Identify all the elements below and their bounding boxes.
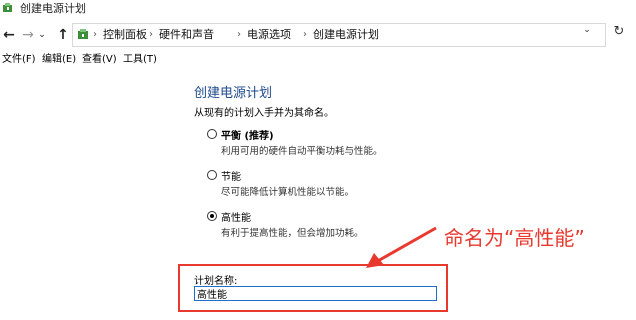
breadcrumb-separator-icon: › xyxy=(237,29,241,40)
breadcrumb-hardware-sound[interactable]: 硬件和声音 xyxy=(159,28,214,42)
address-dropdown-chevron-icon[interactable]: ⌄ xyxy=(580,23,594,37)
breadcrumb-power-options[interactable]: 电源选项 xyxy=(247,28,291,42)
breadcrumb-control-panel[interactable]: 控制面板 xyxy=(103,28,147,42)
menu-file[interactable]: 文件(F) xyxy=(2,52,36,68)
plan-name-label: 计划名称: xyxy=(194,276,238,287)
option-balanced-label[interactable]: 平衡 (推荐) xyxy=(221,127,274,142)
title-bar: 创建电源计划 xyxy=(0,0,636,17)
annotation-text: 命名为“高性能” xyxy=(444,226,585,250)
breadcrumb-separator-icon: › xyxy=(149,29,153,40)
window: 创建电源计划 ← → ⌄ ↑ › 控制面板 › 硬件和声音 › 电源选项 › 创… xyxy=(0,0,636,320)
plan-name-input[interactable] xyxy=(194,286,437,301)
breadcrumb-separator-icon: › xyxy=(93,29,97,40)
option-high-performance-desc: 有利于提高性能，但会增加功耗。 xyxy=(221,228,364,239)
annotation-arrow-icon xyxy=(366,226,437,268)
power-options-icon xyxy=(3,3,12,12)
menu-edit[interactable]: 编辑(E) xyxy=(42,52,76,68)
option-high-performance-label[interactable]: 高性能 xyxy=(221,209,251,224)
control-panel-icon xyxy=(78,29,88,39)
back-arrow-icon[interactable]: ← xyxy=(1,26,17,44)
menu-view[interactable]: 查看(V) xyxy=(82,52,117,68)
radio-balanced[interactable] xyxy=(207,129,217,139)
window-title: 创建电源计划 xyxy=(20,2,86,15)
page-subtitle: 从现有的计划入手并为其命名。 xyxy=(194,108,334,119)
breadcrumb-create-plan[interactable]: 创建电源计划 xyxy=(313,28,379,42)
address-bar[interactable]: › 控制面板 › 硬件和声音 › 电源选项 › 创建电源计划 xyxy=(72,23,606,47)
option-power-saver-label[interactable]: 节能 xyxy=(221,168,241,183)
address-row: ← → ⌄ ↑ › 控制面板 › 硬件和声音 › 电源选项 › 创建电源计划 xyxy=(0,20,636,49)
up-arrow-icon[interactable]: ↑ xyxy=(55,26,71,44)
forward-arrow-icon[interactable]: → xyxy=(20,26,36,44)
menu-tools[interactable]: 工具(T) xyxy=(123,52,157,68)
radio-power-saver[interactable] xyxy=(207,170,217,180)
page-title: 创建电源计划 xyxy=(194,86,273,101)
option-power-saver-desc: 尽可能降低计算机性能以节能。 xyxy=(221,187,355,198)
refresh-icon[interactable]: ↻ xyxy=(612,25,626,39)
breadcrumb-separator-icon: › xyxy=(303,29,307,40)
radio-high-performance[interactable] xyxy=(207,211,217,221)
recent-locations-chevron-icon[interactable]: ⌄ xyxy=(37,26,47,44)
menu-bar: 文件(F) 编辑(E) 查看(V) 工具(T) xyxy=(0,52,636,68)
option-balanced-desc: 利用可用的硬件自动平衡功耗与性能。 xyxy=(221,146,383,157)
